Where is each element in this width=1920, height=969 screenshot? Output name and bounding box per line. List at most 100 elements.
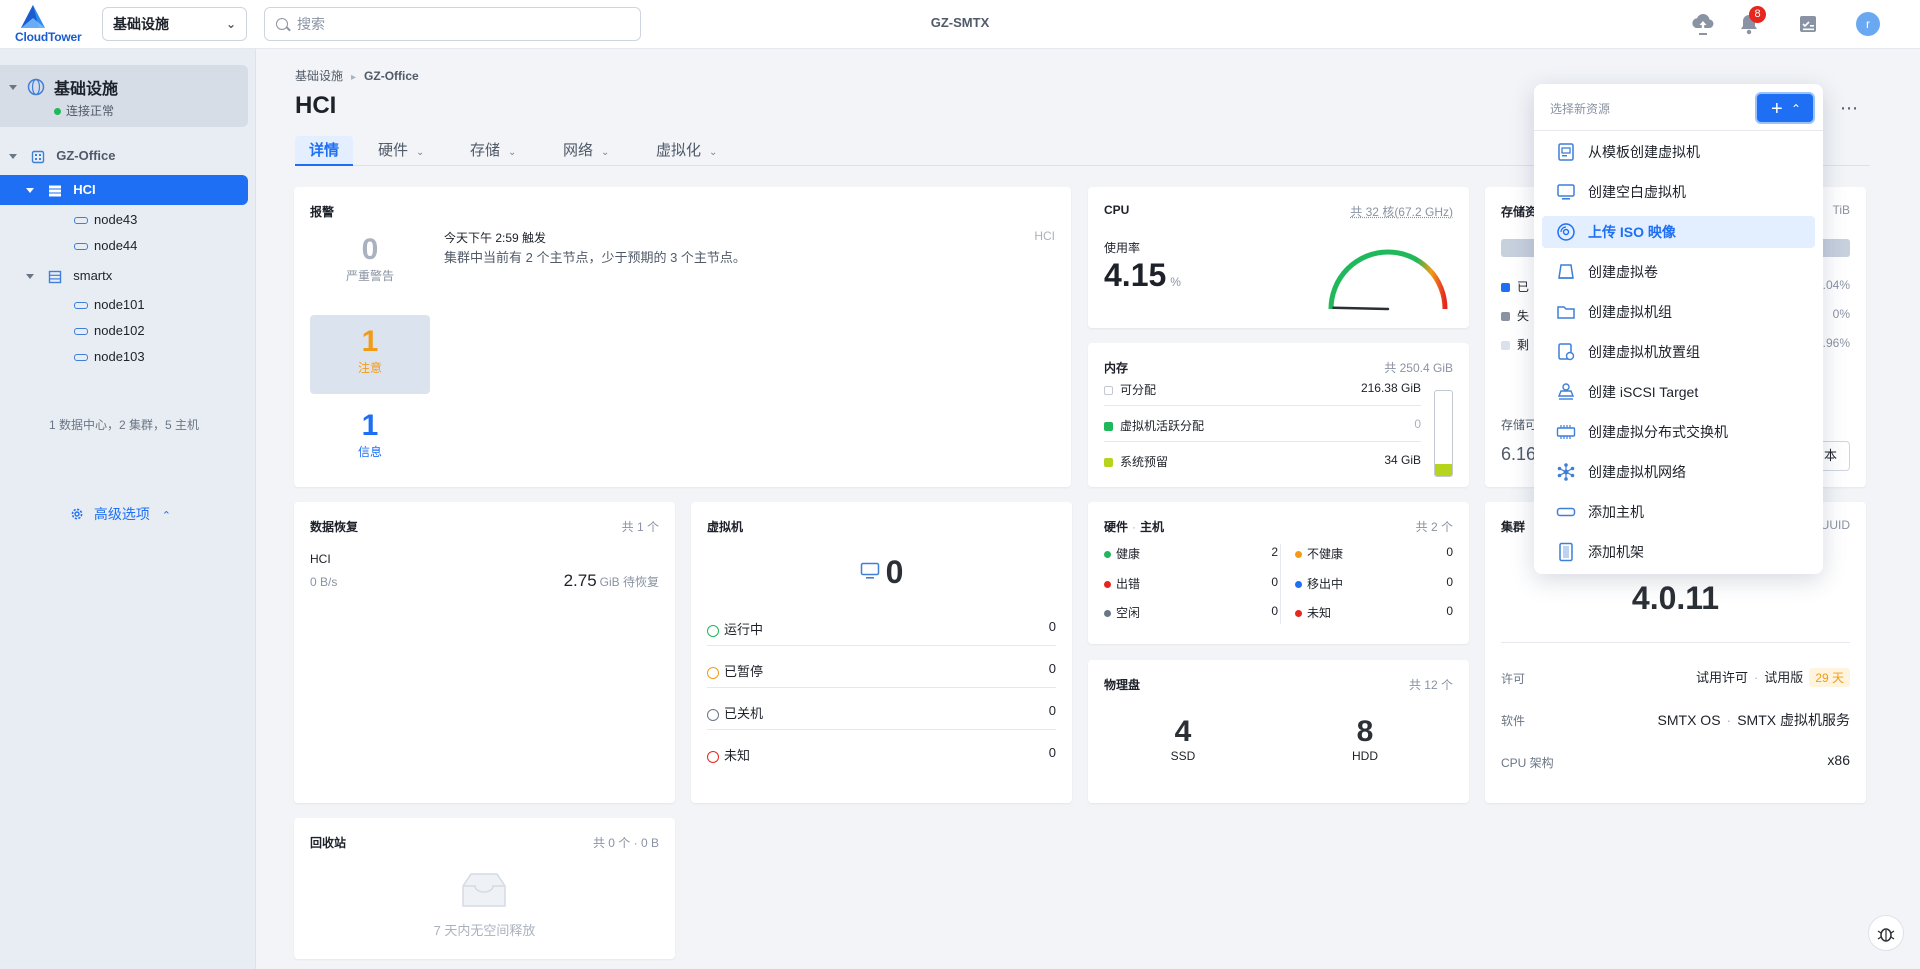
tree-item-label: node103: [94, 349, 145, 364]
alarm-event-text[interactable]: 集群中当前有 2 个主节点，少于预期的 3 个主节点。: [444, 247, 746, 266]
task-list-icon[interactable]: [1793, 9, 1823, 39]
sidebar: 基础设施 连接正常 GZ-Office HCI node43 node44 sm…: [0, 49, 256, 969]
breadcrumb-current[interactable]: GZ-Office: [364, 69, 419, 83]
memory-card: 内存 共 250.4 GiB 可分配 216.38 GiB 虚拟机活跃分配 0 …: [1088, 343, 1469, 487]
rack-icon: [1559, 542, 1573, 562]
status-dot: [1295, 581, 1302, 589]
memory-row-label: 可分配: [1120, 383, 1157, 397]
memory-row-value: 0: [1414, 417, 1421, 431]
recovery-amount: 2.75 GiB 待恢复: [564, 571, 659, 591]
storage-row-value: .04%: [1822, 278, 1850, 292]
cluster-uuid-label: UUID: [1820, 518, 1850, 532]
menu-item-create-iscsi-target[interactable]: 创建 iSCSI Target: [1542, 376, 1815, 408]
logo-text: CloudTower: [15, 30, 82, 44]
globe-icon: [27, 78, 45, 96]
cluster-icon: [48, 270, 61, 283]
iscsi-target-icon: [1557, 383, 1575, 400]
disk-hdd[interactable]: 8 HDD: [1310, 715, 1420, 763]
host-idle[interactable]: 空闲: [1104, 604, 1140, 621]
top-bar: CloudTower 基础设施 ⌄ 搜索 GZ-SMTX 8 r: [0, 0, 1920, 49]
recovery-amount-value: 2.75: [563, 571, 597, 590]
vm-row-paused[interactable]: 已暂停: [707, 661, 763, 680]
menu-item-create-distributed-switch[interactable]: 创建虚拟分布式交换机: [1542, 416, 1815, 448]
alarm-info[interactable]: 1 信息: [310, 409, 430, 460]
vm-total[interactable]: 0: [691, 554, 1072, 591]
host-error[interactable]: 出错: [1104, 575, 1140, 592]
host-unknown[interactable]: 未知: [1295, 604, 1331, 621]
vm-row-value: 0: [1048, 619, 1056, 634]
breadcrumb-separator-icon: ▸: [351, 72, 357, 83]
storage-row-used: 已: [1501, 278, 1529, 295]
menu-item-create-vm-network[interactable]: 创建虚拟机网络: [1542, 456, 1815, 488]
cloudtower-logo-icon: [21, 5, 45, 28]
cloudtower-logo[interactable]: CloudTower: [12, 4, 92, 44]
divider: [707, 729, 1056, 730]
menu-item-create-placement-group[interactable]: 创建虚拟机放置组: [1542, 336, 1815, 368]
advanced-options-toggle[interactable]: 高级选项 ⌃: [70, 504, 171, 524]
bug-report-button[interactable]: [1868, 915, 1904, 951]
menu-item-create-blank-vm[interactable]: 创建空白虚拟机: [1542, 176, 1815, 208]
play-icon: [707, 624, 719, 637]
legend-swatch: [1104, 386, 1113, 396]
tab-details[interactable]: 详情: [295, 136, 354, 166]
tab-network[interactable]: 网络 ⌄: [563, 136, 609, 166]
tree-item-label: node102: [94, 323, 145, 338]
status-dot: [1295, 610, 1302, 618]
divider: [1280, 544, 1281, 624]
breadcrumb-root[interactable]: 基础设施: [295, 69, 343, 83]
disk-ssd-count: 4: [1174, 715, 1192, 748]
tree-item-smartx[interactable]: smartx: [0, 261, 248, 291]
host-unhealthy[interactable]: 不健康: [1295, 545, 1343, 562]
vm-row-value: 0: [1048, 745, 1056, 760]
tab-hardware[interactable]: 硬件 ⌄: [378, 136, 424, 166]
menu-item-add-rack[interactable]: 添加机架: [1542, 536, 1815, 568]
search-input[interactable]: 搜索: [264, 7, 641, 41]
menu-item-create-volume[interactable]: 创建虚拟卷: [1542, 256, 1815, 288]
tree-item-label: smartx: [73, 268, 113, 283]
user-avatar[interactable]: r: [1856, 12, 1880, 36]
host-removing[interactable]: 移出中: [1295, 575, 1343, 592]
scope-select[interactable]: 基础设施 ⌄: [102, 7, 247, 41]
menu-item-label: 创建虚拟分布式交换机: [1588, 424, 1728, 440]
disk-ssd[interactable]: 4 SSD: [1128, 715, 1238, 763]
tree-item-hci[interactable]: HCI: [0, 175, 248, 205]
tree-item-node44[interactable]: node44: [74, 231, 137, 261]
host-status-value: 0: [1271, 575, 1278, 589]
tree-item-gz-office[interactable]: GZ-Office: [0, 141, 248, 171]
create-resource-button[interactable]: + ⌃: [1755, 92, 1815, 124]
memory-row-label: 系统预留: [1120, 455, 1169, 469]
host-status-value: 0: [1446, 604, 1453, 618]
divider: [1534, 130, 1823, 131]
monitor-icon: [860, 562, 879, 579]
memory-row-value: 34 GiB: [1384, 453, 1421, 467]
menu-item-create-vm-from-template[interactable]: 从模板创建虚拟机: [1542, 136, 1815, 168]
host-status-label: 移出中: [1307, 577, 1344, 591]
storage-row-failed: 失: [1501, 307, 1529, 324]
more-actions-icon[interactable]: ⋯: [1840, 98, 1859, 119]
upload-cloud-icon[interactable]: [1688, 9, 1718, 39]
cpu-usage-value: 4.15: [1104, 257, 1167, 293]
status-dot: [54, 108, 61, 116]
recovery-cluster: HCI: [310, 552, 331, 566]
menu-item-create-vm-group[interactable]: 创建虚拟机组: [1542, 296, 1815, 328]
alarm-critical[interactable]: 0 严重警告: [310, 233, 430, 284]
alarm-notice[interactable]: 1 注意: [310, 315, 430, 394]
menu-item-upload-iso[interactable]: 上传 ISO 映像: [1542, 216, 1815, 248]
question-icon: [707, 750, 719, 763]
vm-row-running[interactable]: 运行中: [707, 619, 763, 638]
tab-storage[interactable]: 存储 ⌄: [470, 136, 516, 166]
tab-virtualization[interactable]: 虚拟化 ⌄: [656, 136, 717, 166]
search-placeholder: 搜索: [297, 16, 325, 32]
tree-root-infrastructure[interactable]: 基础设施 连接正常: [0, 65, 248, 127]
status-dot: [1104, 551, 1111, 559]
vm-row-unknown[interactable]: 未知: [707, 745, 750, 764]
menu-item-add-host[interactable]: 添加主机: [1542, 496, 1815, 528]
caret-down-icon: [26, 274, 34, 280]
tree-item-node103[interactable]: node103: [74, 342, 145, 372]
card-title: 回收站: [310, 836, 347, 850]
host-healthy[interactable]: 健康: [1104, 545, 1140, 562]
card-title: CPU: [1104, 203, 1130, 217]
caret-down-icon: [9, 85, 17, 90]
cpu-card: CPU 共 32 核(67.2 GHz) 使用率 4.15%: [1088, 187, 1469, 328]
vm-row-stopped[interactable]: 已关机: [707, 703, 763, 722]
